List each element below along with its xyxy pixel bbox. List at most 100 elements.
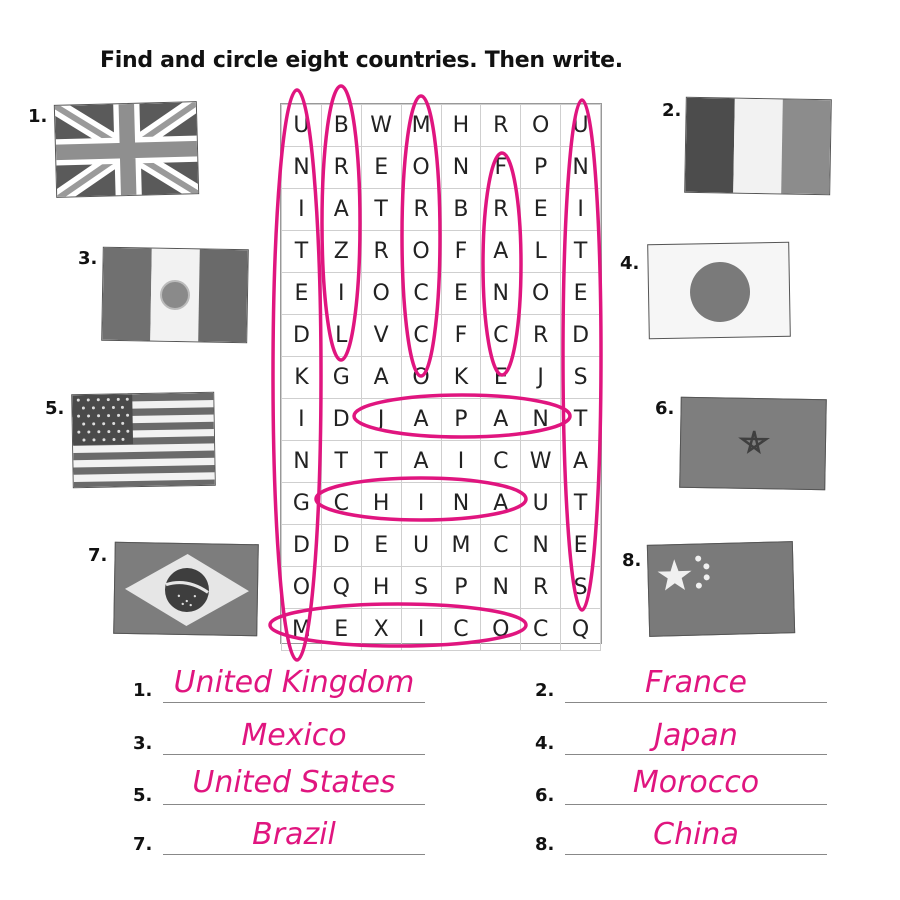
- grid-cell[interactable]: R: [400, 188, 442, 231]
- grid-cell[interactable]: X: [360, 608, 402, 651]
- grid-cell[interactable]: M: [281, 608, 322, 651]
- grid-cell[interactable]: E: [281, 272, 322, 315]
- grid-cell[interactable]: P: [440, 566, 482, 609]
- grid-cell[interactable]: O: [480, 608, 522, 651]
- grid-cell[interactable]: I: [320, 272, 362, 315]
- grid-cell[interactable]: C: [480, 314, 522, 357]
- grid-cell[interactable]: J: [520, 356, 562, 399]
- grid-cell[interactable]: J: [360, 398, 402, 441]
- answer-5[interactable]: United States: [163, 765, 425, 800]
- grid-cell[interactable]: I: [560, 188, 601, 231]
- grid-cell[interactable]: G: [320, 356, 362, 399]
- grid-cell[interactable]: U: [400, 524, 442, 567]
- grid-cell[interactable]: Q: [320, 566, 362, 609]
- grid-cell[interactable]: C: [480, 440, 522, 483]
- grid-cell[interactable]: G: [281, 482, 322, 525]
- grid-cell[interactable]: E: [560, 524, 601, 567]
- grid-cell[interactable]: O: [360, 272, 402, 315]
- grid-cell[interactable]: S: [560, 566, 601, 609]
- grid-cell[interactable]: C: [400, 314, 442, 357]
- grid-cell[interactable]: N: [281, 146, 322, 189]
- grid-cell[interactable]: A: [480, 482, 522, 525]
- grid-cell[interactable]: I: [440, 440, 482, 483]
- grid-cell[interactable]: E: [560, 272, 601, 315]
- grid-cell[interactable]: C: [480, 524, 522, 567]
- grid-cell[interactable]: Z: [320, 230, 362, 273]
- answer-4[interactable]: Japan: [565, 718, 827, 753]
- grid-cell[interactable]: E: [440, 272, 482, 315]
- grid-cell[interactable]: D: [320, 524, 362, 567]
- grid-cell[interactable]: T: [360, 188, 402, 231]
- grid-cell[interactable]: T: [560, 398, 601, 441]
- grid-cell[interactable]: R: [480, 104, 522, 147]
- grid-cell[interactable]: O: [400, 356, 442, 399]
- grid-cell[interactable]: W: [360, 104, 402, 147]
- grid-cell[interactable]: I: [281, 188, 322, 231]
- grid-cell[interactable]: N: [480, 272, 522, 315]
- grid-cell[interactable]: K: [440, 356, 482, 399]
- grid-cell[interactable]: V: [360, 314, 402, 357]
- grid-cell[interactable]: N: [440, 482, 482, 525]
- grid-cell[interactable]: E: [320, 608, 362, 651]
- grid-cell[interactable]: F: [440, 230, 482, 273]
- grid-cell[interactable]: H: [440, 104, 482, 147]
- grid-cell[interactable]: W: [520, 440, 562, 483]
- grid-cell[interactable]: B: [320, 104, 362, 147]
- grid-cell[interactable]: F: [480, 146, 522, 189]
- grid-cell[interactable]: E: [480, 356, 522, 399]
- grid-cell[interactable]: L: [520, 230, 562, 273]
- grid-cell[interactable]: A: [400, 398, 442, 441]
- grid-cell[interactable]: R: [480, 188, 522, 231]
- grid-cell[interactable]: S: [400, 566, 442, 609]
- grid-cell[interactable]: A: [560, 440, 601, 483]
- grid-cell[interactable]: N: [520, 398, 562, 441]
- grid-cell[interactable]: O: [281, 566, 322, 609]
- answer-1[interactable]: United Kingdom: [163, 665, 425, 700]
- grid-cell[interactable]: A: [480, 230, 522, 273]
- grid-cell[interactable]: A: [480, 398, 522, 441]
- grid-cell[interactable]: O: [400, 146, 442, 189]
- grid-cell[interactable]: E: [360, 524, 402, 567]
- grid-cell[interactable]: O: [400, 230, 442, 273]
- grid-cell[interactable]: C: [520, 608, 562, 651]
- grid-cell[interactable]: F: [440, 314, 482, 357]
- grid-cell[interactable]: Q: [560, 608, 601, 651]
- grid-cell[interactable]: A: [400, 440, 442, 483]
- grid-cell[interactable]: M: [400, 104, 442, 147]
- grid-cell[interactable]: L: [320, 314, 362, 357]
- grid-cell[interactable]: T: [320, 440, 362, 483]
- grid-cell[interactable]: D: [320, 398, 362, 441]
- answer-7[interactable]: Brazil: [163, 817, 425, 852]
- grid-cell[interactable]: R: [520, 314, 562, 357]
- grid-cell[interactable]: D: [281, 524, 322, 567]
- grid-cell[interactable]: E: [520, 188, 562, 231]
- grid-cell[interactable]: C: [320, 482, 362, 525]
- grid-cell[interactable]: D: [560, 314, 601, 357]
- grid-cell[interactable]: O: [520, 272, 562, 315]
- grid-cell[interactable]: I: [400, 482, 442, 525]
- grid-cell[interactable]: N: [480, 566, 522, 609]
- grid-cell[interactable]: R: [320, 146, 362, 189]
- grid-cell[interactable]: D: [281, 314, 322, 357]
- grid-cell[interactable]: T: [560, 230, 601, 273]
- grid-cell[interactable]: T: [560, 482, 601, 525]
- grid-cell[interactable]: T: [360, 440, 402, 483]
- grid-cell[interactable]: N: [520, 524, 562, 567]
- grid-cell[interactable]: N: [281, 440, 322, 483]
- grid-cell[interactable]: E: [360, 146, 402, 189]
- grid-cell[interactable]: P: [520, 146, 562, 189]
- grid-cell[interactable]: R: [520, 566, 562, 609]
- grid-cell[interactable]: U: [560, 104, 601, 147]
- grid-cell[interactable]: M: [440, 524, 482, 567]
- grid-cell[interactable]: O: [520, 104, 562, 147]
- grid-cell[interactable]: A: [320, 188, 362, 231]
- grid-cell[interactable]: H: [360, 566, 402, 609]
- answer-2[interactable]: France: [565, 665, 827, 700]
- grid-cell[interactable]: N: [560, 146, 601, 189]
- answer-3[interactable]: Mexico: [163, 718, 425, 753]
- grid-cell[interactable]: K: [281, 356, 322, 399]
- grid-cell[interactable]: R: [360, 230, 402, 273]
- grid-cell[interactable]: S: [560, 356, 601, 399]
- grid-cell[interactable]: T: [281, 230, 322, 273]
- answer-8[interactable]: China: [565, 817, 827, 852]
